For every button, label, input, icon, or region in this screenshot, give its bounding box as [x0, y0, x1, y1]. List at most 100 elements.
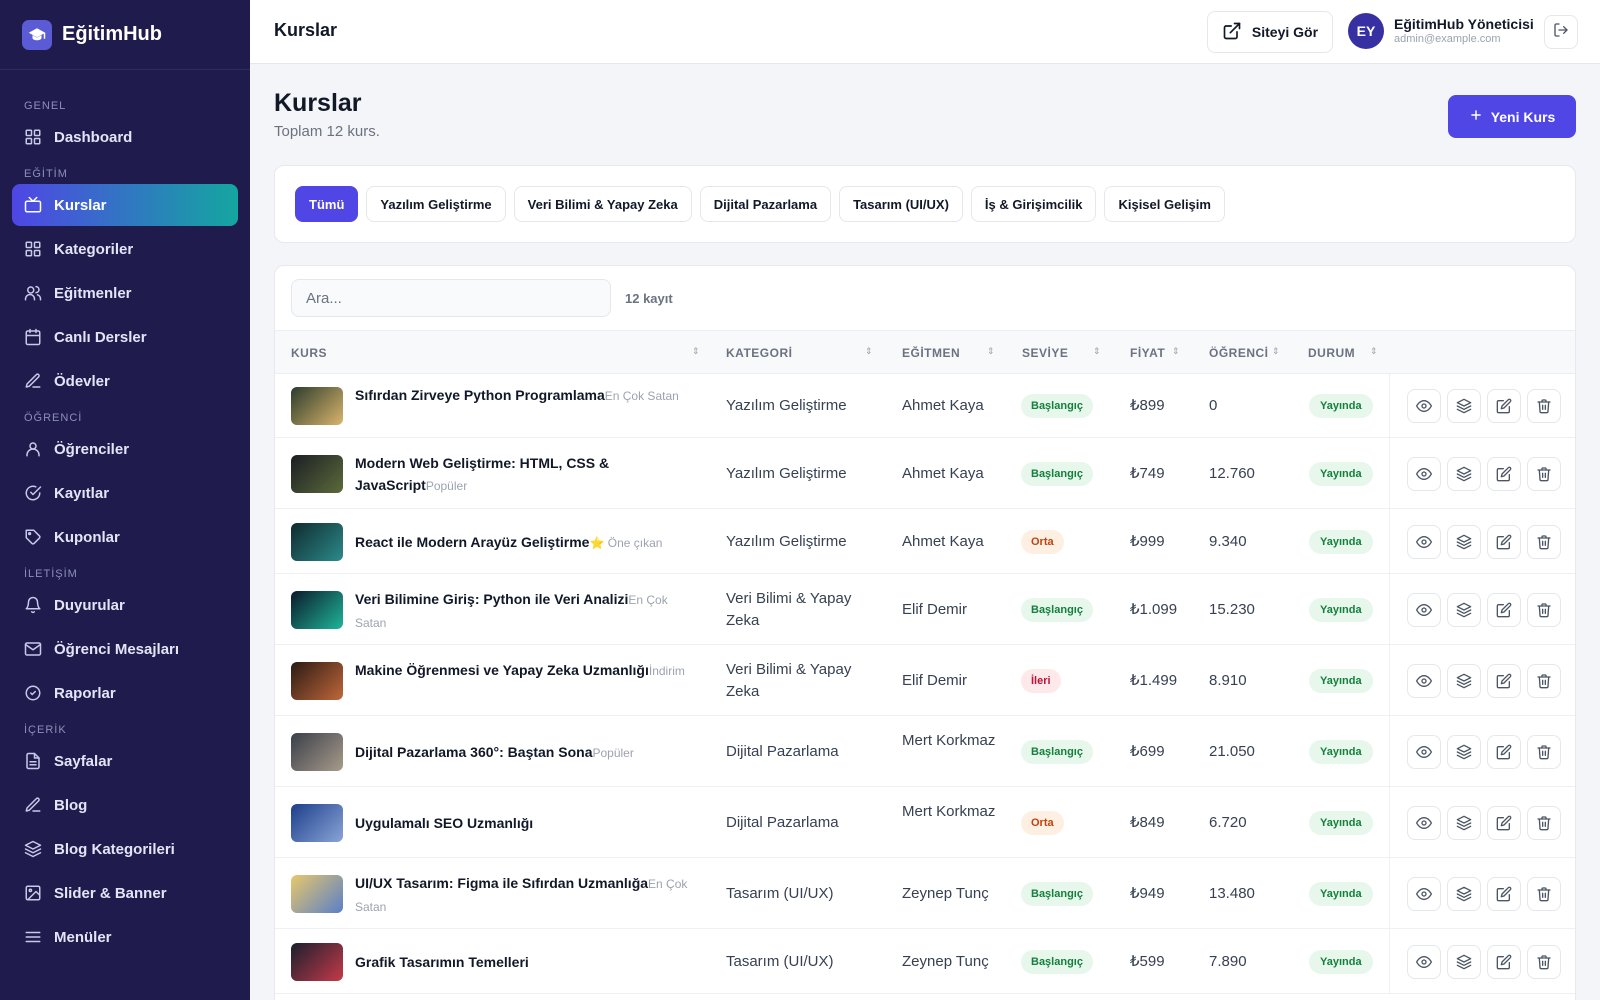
- table-row[interactable]: Makine Öğrenmesi ve Yapay Zeka Uzmanlığı…: [275, 645, 1575, 716]
- sort-icon[interactable]: ⇕: [1093, 346, 1101, 357]
- edit-button[interactable]: [1487, 944, 1521, 979]
- course-title[interactable]: UI/UX Tasarım: Figma ile Sıfırdan Uzmanl…: [355, 875, 648, 891]
- sidebar-item-kurslar[interactable]: Kurslar: [12, 184, 238, 226]
- sidebar-item-slider-banner[interactable]: Slider & Banner: [12, 872, 238, 914]
- course-title[interactable]: Uygulamalı SEO Uzmanlığı: [355, 815, 533, 831]
- sort-icon[interactable]: ⇕: [1272, 346, 1280, 357]
- table-row[interactable]: UI/UX Tasarım: Figma ile Sıfırdan Uzmanl…: [275, 858, 1575, 929]
- column-header-fi-yat[interactable]: FİYAT: [1130, 346, 1165, 360]
- sort-icon[interactable]: ⇕: [865, 346, 873, 357]
- filter-chip-yazilim-gelistirme[interactable]: Yazılım Geliştirme: [366, 186, 506, 222]
- course-title[interactable]: Modern Web Geliştirme: HTML, CSS & JavaS…: [355, 455, 609, 493]
- users-icon: [24, 284, 42, 302]
- delete-button[interactable]: [1527, 734, 1561, 769]
- lessons-button[interactable]: [1447, 592, 1481, 627]
- sort-icon[interactable]: ⇕: [987, 346, 995, 357]
- course-title[interactable]: Sıfırdan Zirveye Python Programlama: [355, 387, 605, 403]
- sort-icon[interactable]: ⇕: [692, 346, 700, 357]
- sidebar-item-menuler[interactable]: Menüler: [12, 916, 238, 958]
- sidebar-item-raporlar[interactable]: Raporlar: [12, 672, 238, 714]
- sidebar-item-ogrenciler[interactable]: Öğrenciler: [12, 428, 238, 470]
- sidebar-item-egitmenler[interactable]: Eğitmenler: [12, 272, 238, 314]
- sidebar-item-canli-dersler[interactable]: Canlı Dersler: [12, 316, 238, 358]
- sidebar-item-blog[interactable]: Blog: [12, 784, 238, 826]
- table-row[interactable]: Veri Bilimine Giriş: Python ile Veri Ana…: [275, 574, 1575, 645]
- edit-button[interactable]: [1487, 876, 1521, 911]
- sidebar-item-blog-kategorileri[interactable]: Blog Kategorileri: [12, 828, 238, 870]
- delete-button[interactable]: [1527, 592, 1561, 627]
- filter-chip-i-s-girisimcilik[interactable]: İş & Girişimcilik: [970, 186, 1097, 222]
- edit-button[interactable]: [1487, 456, 1521, 491]
- sidebar-item-dashboard[interactable]: Dashboard: [12, 116, 238, 158]
- column-header-egi-tmen[interactable]: EĞİTMEN: [902, 346, 960, 360]
- view-site-button[interactable]: Siteyi Gör: [1207, 11, 1333, 53]
- filter-chip-dijital-pazarlama[interactable]: Dijital Pazarlama: [699, 186, 832, 222]
- course-title[interactable]: Veri Bilimine Giriş: Python ile Veri Ana…: [355, 591, 628, 607]
- lessons-button[interactable]: [1447, 876, 1481, 911]
- lessons-button[interactable]: [1447, 524, 1481, 559]
- sort-icon[interactable]: ⇕: [1172, 346, 1180, 357]
- view-button[interactable]: [1407, 876, 1441, 911]
- column-header-durum[interactable]: DURUM: [1308, 346, 1355, 360]
- filter-chip-veri-bilimi-yapay-zeka[interactable]: Veri Bilimi & Yapay Zeka: [513, 186, 692, 222]
- column-header-kurs[interactable]: KURS: [291, 346, 327, 360]
- lessons-button[interactable]: [1447, 805, 1481, 840]
- view-button[interactable]: [1407, 524, 1441, 559]
- edit-button[interactable]: [1487, 524, 1521, 559]
- sidebar-item-duyurular[interactable]: Duyurular: [12, 584, 238, 626]
- brand[interactable]: EğitimHub: [0, 0, 250, 70]
- view-button[interactable]: [1407, 663, 1441, 698]
- course-title[interactable]: Dijital Pazarlama 360°: Baştan Sona: [355, 744, 592, 760]
- view-button[interactable]: [1407, 734, 1441, 769]
- table-row[interactable]: Sıfırdan Zirveye Python ProgramlamaEn Ço…: [275, 374, 1575, 438]
- lessons-button[interactable]: [1447, 663, 1481, 698]
- lessons-button[interactable]: [1447, 389, 1481, 423]
- table-row[interactable]: Dijital Pazarlama 360°: Baştan SonaPopül…: [275, 716, 1575, 787]
- sidebar-item-kayitlar[interactable]: Kayıtlar: [12, 472, 238, 514]
- lessons-button[interactable]: [1447, 944, 1481, 979]
- sort-icon[interactable]: ⇕: [1370, 346, 1378, 357]
- view-button[interactable]: [1407, 389, 1441, 423]
- filter-chip-tasarim-ui-ux[interactable]: Tasarım (UI/UX): [839, 186, 963, 222]
- column-header-sevi-ye[interactable]: SEVİYE: [1022, 346, 1068, 360]
- delete-button[interactable]: [1527, 944, 1561, 979]
- edit-button[interactable]: [1487, 592, 1521, 627]
- table-row[interactable]: Grafik Tasarımın Temelleri Tasarım (UI/UX…: [275, 929, 1575, 994]
- sidebar-item-kategoriler[interactable]: Kategoriler: [12, 228, 238, 270]
- sidebar-item-ogrenci-mesajlari[interactable]: Öğrenci Mesajları: [12, 628, 238, 670]
- edit-button[interactable]: [1487, 389, 1521, 423]
- delete-button[interactable]: [1527, 663, 1561, 698]
- delete-button[interactable]: [1527, 876, 1561, 911]
- instructor-cell: Mert Korkmaz: [902, 802, 996, 820]
- edit-button[interactable]: [1487, 734, 1521, 769]
- search-input[interactable]: [291, 279, 611, 317]
- view-button[interactable]: [1407, 592, 1441, 627]
- sidebar-item-odevler[interactable]: Ödevler: [12, 360, 238, 402]
- lessons-button[interactable]: [1447, 456, 1481, 491]
- filter-chip-kisisel-gelisim[interactable]: Kişisel Gelişim: [1104, 186, 1225, 222]
- avatar[interactable]: EY: [1348, 13, 1384, 49]
- view-button[interactable]: [1407, 944, 1441, 979]
- logout-button[interactable]: [1544, 15, 1578, 49]
- course-title[interactable]: React ile Modern Arayüz Geliştirme: [355, 534, 589, 550]
- sidebar-item-kuponlar[interactable]: Kuponlar: [12, 516, 238, 558]
- filter-chip-tumu[interactable]: Tümü: [295, 186, 359, 222]
- table-row[interactable]: Modern Web Geliştirme: HTML, CSS & JavaS…: [275, 438, 1575, 509]
- delete-button[interactable]: [1527, 389, 1561, 423]
- column-header-kategori[interactable]: KATEGORİ: [726, 346, 792, 360]
- table-row[interactable]: Uygulamalı SEO Uzmanlığı Dijital Pazarlam…: [275, 787, 1575, 858]
- new-course-button[interactable]: Yeni Kurs: [1448, 95, 1576, 138]
- course-title[interactable]: Makine Öğrenmesi ve Yapay Zeka Uzmanlığı: [355, 662, 649, 678]
- delete-button[interactable]: [1527, 456, 1561, 491]
- delete-button[interactable]: [1527, 805, 1561, 840]
- table-row[interactable]: React ile Modern Arayüz Geliştirme⭐ Öne …: [275, 509, 1575, 574]
- edit-button[interactable]: [1487, 805, 1521, 840]
- sidebar-item-sayfalar[interactable]: Sayfalar: [12, 740, 238, 782]
- edit-button[interactable]: [1487, 663, 1521, 698]
- view-button[interactable]: [1407, 805, 1441, 840]
- lessons-button[interactable]: [1447, 734, 1481, 769]
- view-button[interactable]: [1407, 456, 1441, 491]
- column-header-ogrenci[interactable]: ÖĞRENCİ: [1209, 346, 1269, 360]
- delete-button[interactable]: [1527, 524, 1561, 559]
- course-title[interactable]: Grafik Tasarımın Temelleri: [355, 954, 529, 970]
